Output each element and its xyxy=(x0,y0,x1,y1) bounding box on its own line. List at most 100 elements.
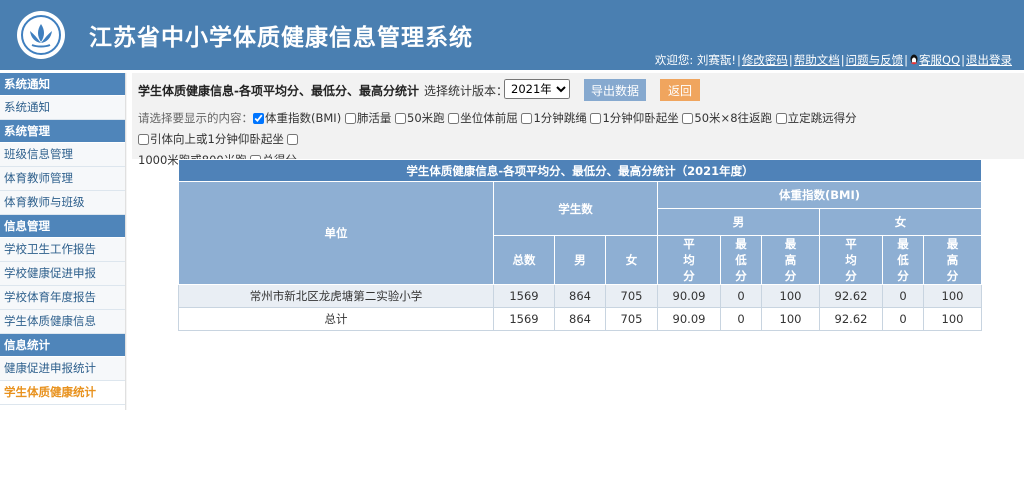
table-caption: 学生体质健康信息-各项平均分、最低分、最高分统计（2021年度） xyxy=(178,159,982,182)
male-min-cell: 0 xyxy=(720,307,762,331)
sidebar-item-class-management[interactable]: 班级信息管理 xyxy=(0,143,125,167)
male-cell: 864 xyxy=(554,307,606,331)
statistics-table: 学生体质健康信息-各项平均分、最低分、最高分统计（2021年度） 单位 学生数 … xyxy=(178,159,982,331)
option-checkbox[interactable] xyxy=(682,113,694,124)
option-checkbox[interactable] xyxy=(448,113,460,124)
logout-link[interactable]: 退出登录 xyxy=(966,53,1012,67)
male-cell: 864 xyxy=(554,284,606,308)
total-cell: 1569 xyxy=(493,307,555,331)
option-label: 立定跳远得分 xyxy=(787,111,857,125)
sidebar: 系统通知 系统通知 系统管理 班级信息管理 体育教师管理 体育教师与班级 信息管… xyxy=(0,73,125,405)
female-min-cell: 0 xyxy=(882,307,924,331)
table-row: 常州市新北区龙虎塘第二实验小学 1569 864 705 90.09 0 100… xyxy=(178,284,982,308)
change-password-link[interactable]: 修改密码 xyxy=(742,53,788,67)
feedback-link[interactable]: 问题与反馈 xyxy=(846,53,904,67)
support-qq-link[interactable]: 客服QQ xyxy=(919,53,960,67)
option-bmi[interactable]: 体重指数(BMI) xyxy=(253,111,341,125)
table-row: 总计 1569 864 705 90.09 0 100 92.62 0 100 xyxy=(178,307,982,331)
option-label: 50米跑 xyxy=(407,111,445,125)
male-avg-header: 平均分 xyxy=(657,235,721,285)
sidebar-divider xyxy=(125,73,127,410)
lotus-emblem-icon xyxy=(17,11,65,59)
female-group-header: 女 xyxy=(819,208,982,236)
options-prompt: 请选择要显示的内容： xyxy=(138,111,253,125)
version-label: 选择统计版本： xyxy=(424,84,509,98)
female-min-cell: 0 xyxy=(882,284,924,308)
app-header: 江苏省中小学体质健康信息管理系统 欢迎您: 刘赛翫!|修改密码|帮助文档|问题与… xyxy=(0,0,1024,70)
sidebar-group-system: 系统管理 xyxy=(0,120,125,142)
option-rope-skipping[interactable]: 1分钟跳绳 xyxy=(521,111,587,125)
version-select[interactable]: 2021年度 xyxy=(504,79,570,99)
option-checkbox[interactable] xyxy=(344,113,356,124)
back-button[interactable]: 返回 xyxy=(660,79,700,101)
option-checkbox[interactable] xyxy=(138,134,149,145)
option-label: 体重指数(BMI) xyxy=(265,111,342,125)
female-max-header: 最高分 xyxy=(923,235,982,285)
male-min-header: 最低分 xyxy=(720,235,762,285)
user-bar: 欢迎您: 刘赛翫!|修改密码|帮助文档|问题与反馈| 客服QQ|退出登录 xyxy=(654,53,1012,67)
option-shuttle-run[interactable]: 50米×8往返跑 xyxy=(682,111,772,125)
female-cell: 705 xyxy=(605,307,658,331)
sidebar-item-pe-annual-report[interactable]: 学校体育年度报告 xyxy=(0,286,125,310)
sidebar-item-health-promotion[interactable]: 学校健康促进申报 xyxy=(0,262,125,286)
option-checkbox[interactable] xyxy=(395,113,406,124)
option-pull-ups[interactable]: 引体向上或1分钟仰卧起坐 xyxy=(138,132,284,146)
option-vital-capacity[interactable]: 肺活量 xyxy=(344,111,392,125)
female-min-header: 最低分 xyxy=(882,235,924,285)
female-max-cell: 100 xyxy=(923,284,982,308)
sidebar-group-statistics: 信息统计 xyxy=(0,334,125,356)
bmi-header: 体重指数(BMI) xyxy=(657,181,982,209)
option-checkbox[interactable] xyxy=(521,113,533,124)
option-sit-ups[interactable]: 1分钟仰卧起坐 xyxy=(590,111,679,125)
option-long-jump[interactable]: 立定跳远得分 xyxy=(775,111,857,125)
filter-panel: 学生体质健康信息-各项平均分、最低分、最高分统计 选择统计版本： 2021年度 … xyxy=(132,73,1024,167)
female-max-cell: 100 xyxy=(923,307,982,331)
sidebar-item-hygiene-report[interactable]: 学校卫生工作报告 xyxy=(0,238,125,262)
option-label: 引体向上或1分钟仰卧起坐 xyxy=(150,132,284,146)
option-label: 50米×8往返跑 xyxy=(694,111,773,125)
female-avg-cell: 92.62 xyxy=(819,307,883,331)
page-title: 学生体质健康信息-各项平均分、最低分、最高分统计 xyxy=(138,84,419,98)
total-cell: 1569 xyxy=(493,284,555,308)
total-count-header: 总数 xyxy=(493,235,555,285)
female-avg-cell: 92.62 xyxy=(819,284,883,308)
option-label: 坐位体前屈 xyxy=(460,111,518,125)
welcome-text: 欢迎您: 刘赛翫! xyxy=(654,53,737,67)
option-checkbox[interactable] xyxy=(253,113,264,124)
option-label: 1分钟仰卧起坐 xyxy=(602,111,679,125)
male-max-cell: 100 xyxy=(761,307,820,331)
male-avg-cell: 90.09 xyxy=(657,307,721,331)
male-count-header: 男 xyxy=(554,235,606,285)
sidebar-group-notice: 系统通知 xyxy=(0,73,125,95)
option-label: 肺活量 xyxy=(356,111,392,125)
female-count-header: 女 xyxy=(605,235,658,285)
male-avg-cell: 90.09 xyxy=(657,284,721,308)
qq-penguin-icon xyxy=(910,54,918,65)
sidebar-item-fitness-statistics[interactable]: 学生体质健康统计 xyxy=(0,381,125,405)
male-max-header: 最高分 xyxy=(761,235,820,285)
option-sit-and-reach[interactable]: 坐位体前屈 xyxy=(448,111,518,125)
sidebar-group-info: 信息管理 xyxy=(0,215,125,237)
sidebar-item-teacher-class[interactable]: 体育教师与班级 xyxy=(0,191,125,215)
male-group-header: 男 xyxy=(657,208,820,236)
unit-header: 单位 xyxy=(178,181,494,285)
male-min-cell: 0 xyxy=(720,284,762,308)
male-max-cell: 100 xyxy=(761,284,820,308)
sidebar-item-pe-teacher-management[interactable]: 体育教师管理 xyxy=(0,167,125,191)
option-50m-run[interactable]: 50米跑 xyxy=(395,111,445,125)
option-checkbox[interactable] xyxy=(775,113,787,124)
sidebar-item-student-fitness-info[interactable]: 学生体质健康信息 xyxy=(0,310,125,334)
sidebar-item-promotion-statistics[interactable]: 健康促进申报统计 xyxy=(0,357,125,381)
unit-cell: 总计 xyxy=(178,307,494,331)
help-docs-link[interactable]: 帮助文档 xyxy=(794,53,840,67)
option-checkbox[interactable] xyxy=(590,113,602,124)
system-title: 江苏省中小学体质健康信息管理系统 xyxy=(89,25,473,51)
option-label: 1分钟跳绳 xyxy=(533,111,587,125)
option-endurance-run-checkbox[interactable] xyxy=(287,134,299,145)
unit-cell: 常州市新北区龙虎塘第二实验小学 xyxy=(178,284,494,308)
sidebar-item-notice[interactable]: 系统通知 xyxy=(0,96,125,120)
female-avg-header: 平均分 xyxy=(819,235,883,285)
export-data-button[interactable]: 导出数据 xyxy=(584,79,646,101)
student-count-header: 学生数 xyxy=(493,181,658,236)
female-cell: 705 xyxy=(605,284,658,308)
